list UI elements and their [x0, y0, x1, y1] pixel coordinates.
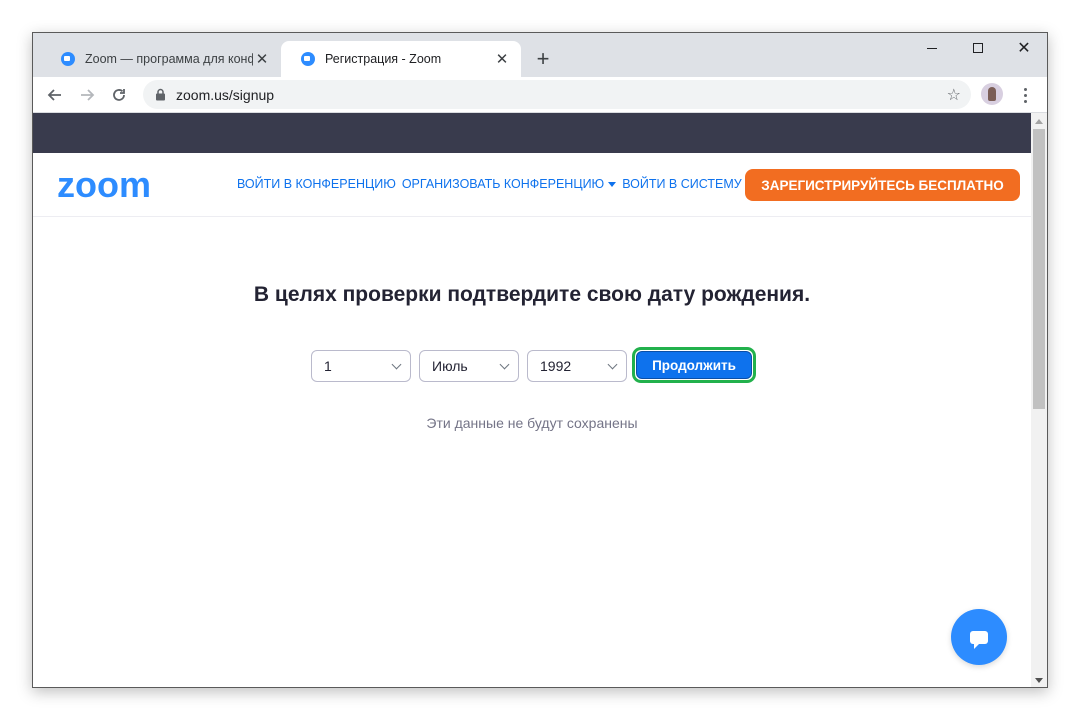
month-value: Июль [432, 358, 468, 374]
page-viewport: zoom ВОЙТИ В КОНФЕРЕНЦИЮ ОРГАНИЗОВАТЬ КО… [33, 113, 1047, 687]
nav-host-meeting[interactable]: ОРГАНИЗОВАТЬ КОНФЕРЕНЦИЮ [401, 177, 617, 191]
close-icon: ✕ [1017, 40, 1031, 57]
chevron-down-icon [607, 359, 618, 369]
nav-join-meeting[interactable]: ВОЙТИ В КОНФЕРЕНЦИЮ [237, 177, 396, 191]
nav-host-label: ОРГАНИЗОВАТЬ КОНФЕРЕНЦИЮ [401, 177, 605, 191]
privacy-note: Эти данные не будут сохранены [426, 415, 638, 431]
scroll-up-arrow-icon[interactable] [1031, 113, 1047, 129]
maximize-button[interactable] [955, 33, 1001, 63]
new-tab-button[interactable]: + [529, 45, 557, 73]
forward-button[interactable] [73, 81, 101, 109]
chevron-down-icon [499, 359, 510, 369]
continue-button-label: Продолжить [636, 351, 752, 379]
tab-close-icon[interactable]: ✕ [493, 50, 511, 68]
site-header: zoom ВОЙТИ В КОНФЕРЕНЦИЮ ОРГАНИЗОВАТЬ КО… [33, 153, 1031, 217]
zoom-logo[interactable]: zoom [57, 167, 151, 203]
site-top-bar [33, 113, 1031, 153]
year-value: 1992 [540, 358, 572, 374]
reload-button[interactable] [105, 81, 133, 109]
zoom-favicon-icon [61, 52, 75, 66]
lock-icon [153, 88, 167, 102]
browser-menu-icon[interactable] [1015, 81, 1035, 109]
back-arrow-icon [47, 89, 61, 101]
vertical-scrollbar[interactable] [1031, 113, 1047, 687]
birthdate-selects: 1 Июль 1992 [311, 350, 627, 382]
scrollbar-thumb[interactable] [1033, 129, 1045, 409]
url-text: zoom.us/signup [176, 86, 275, 103]
bookmark-star-icon[interactable]: ☆ [947, 85, 961, 105]
minimize-button[interactable] [909, 33, 955, 63]
tab-title: Zoom — программа для конфер [85, 52, 253, 66]
tab-close-icon[interactable]: ✕ [253, 50, 271, 68]
continue-button[interactable]: Продолжить [632, 347, 756, 383]
browser-window: Zoom — программа для конфер ✕ Регистраци… [32, 32, 1048, 688]
chat-bubble-icon [970, 630, 988, 649]
month-select[interactable]: Июль [419, 350, 519, 382]
profile-avatar[interactable] [981, 83, 1003, 105]
reload-icon [113, 89, 125, 101]
chat-button[interactable] [951, 609, 1007, 665]
day-select[interactable]: 1 [311, 350, 411, 382]
maximize-icon [973, 43, 983, 53]
address-bar[interactable]: zoom.us/signup ☆ [143, 80, 971, 109]
tab-title: Регистрация - Zoom [325, 52, 442, 66]
tab-strip: Zoom — программа для конфер ✕ Регистраци… [33, 33, 1047, 77]
chevron-down-icon [391, 359, 402, 369]
scroll-down-arrow-icon[interactable] [1031, 672, 1047, 687]
tab-zoom-home[interactable]: Zoom — программа для конфер ✕ [41, 41, 281, 77]
page-title: В целях проверки подтвердите свою дату р… [253, 283, 811, 306]
forward-arrow-icon [81, 89, 95, 101]
year-select[interactable]: 1992 [527, 350, 627, 382]
signup-free-button[interactable]: ЗАРЕГИСТРИРУЙТЕСЬ БЕСПЛАТНО [745, 169, 1020, 201]
site-nav: ВОЙТИ В КОНФЕРЕНЦИЮ ОРГАНИЗОВАТЬ КОНФЕРЕ… [237, 177, 742, 191]
browser-toolbar: zoom.us/signup ☆ [33, 77, 1047, 113]
close-window-button[interactable]: ✕ [1001, 33, 1047, 63]
day-value: 1 [324, 358, 332, 374]
back-button[interactable] [41, 81, 69, 109]
dropdown-caret-icon [608, 182, 617, 188]
tab-signup[interactable]: Регистрация - Zoom ✕ [281, 41, 521, 77]
nav-sign-in[interactable]: ВОЙТИ В СИСТЕМУ [622, 177, 741, 191]
zoom-favicon-icon [301, 52, 315, 66]
minimize-icon [927, 47, 937, 49]
